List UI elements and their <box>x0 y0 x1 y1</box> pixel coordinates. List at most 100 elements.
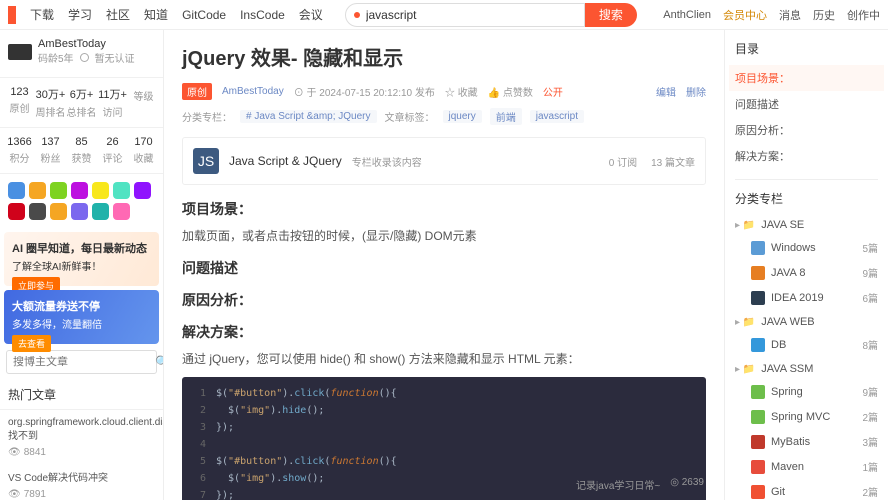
nav-learn[interactable]: 学习 <box>68 6 92 23</box>
meta-star[interactable]: ☆ 收藏 <box>445 84 478 99</box>
stat-item[interactable]: 1366积分 <box>4 136 35 165</box>
achievement-badge-icon[interactable] <box>71 182 88 199</box>
author-avatar[interactable] <box>8 44 32 60</box>
toc-item-problem[interactable]: 问题描述 <box>735 91 878 117</box>
tags-label: 文章标签： <box>385 109 435 124</box>
blog-search-input[interactable] <box>13 356 155 368</box>
nav-community[interactable]: 社区 <box>106 6 130 23</box>
meta-like[interactable]: 👍 点赞数 <box>488 84 533 99</box>
next-views: ◎ 2639 <box>670 477 704 492</box>
delete-link[interactable]: 删除 <box>686 84 706 99</box>
toc-item-solution[interactable]: 解决方案： <box>735 143 878 169</box>
nav-right-vip[interactable]: 会员中心 <box>723 7 767 23</box>
promo1-sub: 了解全球AI新鲜事！ <box>12 258 151 273</box>
meta-author[interactable]: AmBestToday <box>222 86 284 97</box>
collection-sub: 专栏收录该内容 <box>352 154 422 169</box>
next-series: 记录java学习日常~ <box>576 477 660 492</box>
stat-item[interactable]: 170收藏 <box>128 136 159 165</box>
achievement-badge-icon[interactable] <box>8 182 25 199</box>
author-verify: 暂无认证 <box>95 50 135 65</box>
search-input[interactable] <box>366 8 576 22</box>
author-code-age: 码龄5年 <box>38 50 74 65</box>
stat-item[interactable]: 26评论 <box>97 136 128 165</box>
achievement-badge-icon[interactable] <box>8 203 25 220</box>
author-name[interactable]: AmBestToday <box>38 38 135 50</box>
achievement-badge-icon[interactable] <box>113 203 130 220</box>
collection-box[interactable]: JS Java Script & JQuery 专栏收录该内容 0 订阅 13 … <box>182 137 706 185</box>
search-button[interactable]: 搜索 <box>585 3 637 27</box>
toc-item-cause[interactable]: 原因分析： <box>735 117 878 143</box>
nav-know[interactable]: 知道 <box>144 6 168 23</box>
category-item[interactable]: Spring9篇 <box>735 379 878 404</box>
blog-search: 🔍 <box>6 350 157 374</box>
stat-item[interactable]: 30万+周排名 <box>35 86 66 119</box>
stat-item[interactable]: 137粉丝 <box>35 136 66 165</box>
achievement-badge-icon[interactable] <box>50 182 67 199</box>
collection-icon: JS <box>193 148 219 174</box>
promo1-title: AI 圈早知道，每日最新动态 <box>12 240 151 256</box>
stat-item[interactable]: 11万+访问 <box>97 86 128 119</box>
collection-name: Java Script & JQuery <box>229 154 342 168</box>
category-item[interactable]: JAVA 89篇 <box>735 260 878 285</box>
nav-right-history[interactable]: 历史 <box>813 7 835 23</box>
category-item[interactable]: DB8篇 <box>735 332 878 357</box>
nav-inscode[interactable]: InsCode <box>240 8 285 22</box>
achievement-badge-icon[interactable] <box>113 182 130 199</box>
nav-right-msg[interactable]: 消息 <box>779 7 801 23</box>
category-item[interactable]: Git2篇 <box>735 479 878 500</box>
tag-frontend[interactable]: 前端 <box>490 108 522 125</box>
category-group-header[interactable]: ▸ 📁JAVA SSM <box>735 359 878 379</box>
nav-gitcode[interactable]: GitCode <box>182 8 226 22</box>
achievement-badge-icon[interactable] <box>29 203 46 220</box>
category-group-header[interactable]: ▸ 📁JAVA WEB <box>735 312 878 332</box>
promo2-button[interactable]: 去查看 <box>12 335 51 352</box>
toc-item-scenario[interactable]: 项目场景： <box>729 65 884 91</box>
achievement-badge-icon[interactable] <box>134 182 151 199</box>
promo-ai-card[interactable]: AI 圈早知道，每日最新动态 了解全球AI新鲜事！ 立即参与 <box>4 232 159 286</box>
category-tag[interactable]: # Java Script &amp; JQuery <box>240 110 377 123</box>
verify-icon <box>80 53 89 62</box>
meta-public[interactable]: 公开 <box>543 84 563 99</box>
category-item[interactable]: IDEA 20196篇 <box>735 285 878 310</box>
nav-meeting[interactable]: 会议 <box>299 6 323 23</box>
stat-item[interactable]: 等级 <box>128 86 159 119</box>
achievement-badge-icon[interactable] <box>92 182 109 199</box>
section-cause-title: 原因分析： <box>182 290 706 310</box>
achievement-badge-icon[interactable] <box>29 182 46 199</box>
achievement-badges <box>0 174 163 228</box>
stat-item[interactable]: 6万+总排名 <box>66 86 97 119</box>
nav-right-anthclien[interactable]: AnthClien <box>663 9 711 21</box>
author-profile: AmBestToday 码龄5年 暂无认证 <box>0 30 163 78</box>
tag-javascript[interactable]: javascript <box>530 110 584 123</box>
category-item[interactable]: Windows5篇 <box>735 235 878 260</box>
eye-icon: 👁 <box>8 488 21 500</box>
tag-jquery[interactable]: jquery <box>443 110 482 123</box>
hot-article-item[interactable]: org.springframework.cloud.client.discove… <box>0 410 163 466</box>
nav-right-create[interactable]: 创作中 <box>847 7 880 23</box>
article-title: jQuery 效果- 隐藏和显示 <box>182 42 706 71</box>
category-group-header[interactable]: ▸ 📁JAVA SE <box>735 215 878 235</box>
stat-item[interactable]: 123原创 <box>4 86 35 119</box>
stat-item[interactable]: 85获赞 <box>66 136 97 165</box>
achievement-badge-icon[interactable] <box>92 203 109 220</box>
category-item[interactable]: Maven1篇 <box>735 454 878 479</box>
article-meta: 原创 AmBestToday ⊙ 于 2024-07-15 20:12:10 发… <box>182 83 706 100</box>
global-search: 搜索 <box>345 3 637 27</box>
search-icon[interactable]: 🔍 <box>155 355 164 369</box>
promo-traffic-card[interactable]: 大额流量券送不停 多发多得，流量翻倍 去查看 <box>4 290 159 344</box>
achievement-badge-icon[interactable] <box>71 203 88 220</box>
section-scenario-title: 项目场景： <box>182 199 706 219</box>
category-item[interactable]: MyBatis3篇 <box>735 429 878 454</box>
promo2-sub: 多发多得，流量翻倍 <box>12 316 151 331</box>
nav-download[interactable]: 下载 <box>30 6 54 23</box>
category-item[interactable]: Spring MVC2篇 <box>735 404 878 429</box>
collection-subs: 0 订阅 <box>609 154 637 169</box>
category-label: 分类专栏： <box>182 109 232 124</box>
hot-article-item[interactable]: VS Code解决代码冲突👁 7891 <box>0 466 163 500</box>
site-logo[interactable] <box>8 6 16 24</box>
eye-icon: 👁 <box>8 446 21 460</box>
promo2-title: 大额流量券送不停 <box>12 298 151 314</box>
section-solution-title: 解决方案： <box>182 322 706 342</box>
edit-link[interactable]: 编辑 <box>656 84 676 99</box>
achievement-badge-icon[interactable] <box>50 203 67 220</box>
